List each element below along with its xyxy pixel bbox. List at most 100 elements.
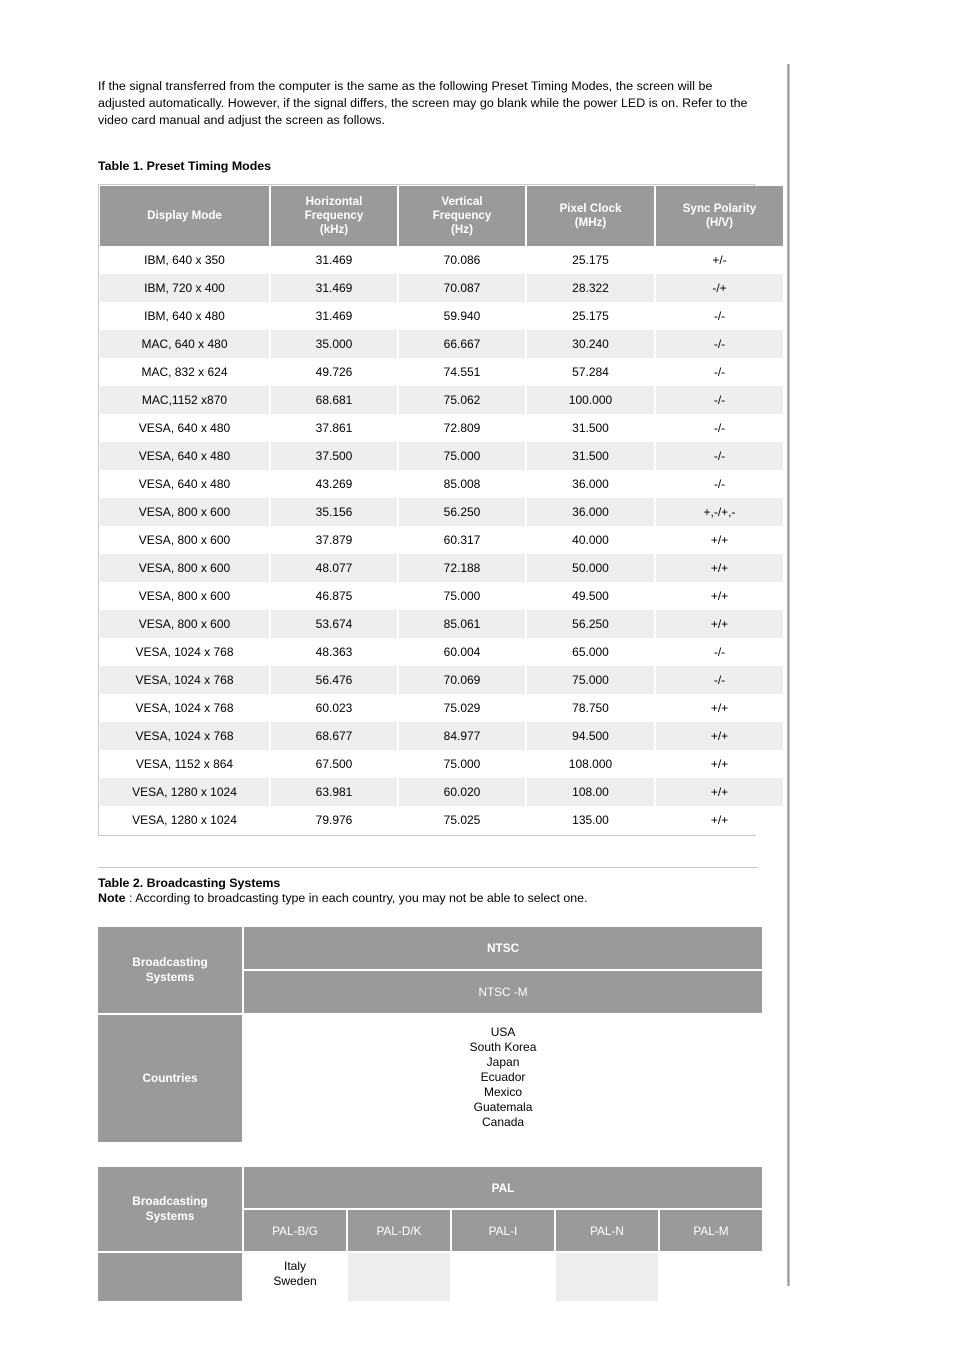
pal-countries-cell-2: [348, 1253, 450, 1301]
table1-cell-c0: VESA, 800 x 600: [100, 526, 271, 554]
th-pixel-clock-l2: (MHz): [574, 216, 607, 229]
th-sync-polarity-l2: (H/V): [705, 216, 734, 229]
table1-cell-c4: -/-: [655, 638, 783, 666]
table1-cell-c2: 60.004: [398, 638, 527, 666]
country-name: Mexico: [484, 1085, 523, 1099]
label-countries: Countries: [98, 1015, 242, 1142]
pal-countries-cell-3: [452, 1253, 554, 1301]
table2-caption: Table 2. Broadcasting Systems: [98, 876, 281, 890]
table-row: VESA, 1024 x 768 48.363 60.004 65.000 -/-: [100, 638, 783, 666]
table1-cell-c4: -/-: [655, 666, 783, 694]
ntsc-countries-row: Countries USA South Korea Japan Ecuador Mexi…: [98, 1015, 763, 1142]
section-divider: [98, 867, 758, 868]
pal-countries-cell-1: Italy Sweden: [244, 1253, 346, 1301]
broadcasting-systems-ntsc-table: Broadcasting Systems NTSC NTSC -M Countr…: [96, 925, 764, 1144]
table1-cell-c2: 66.667: [398, 330, 527, 358]
table1-cell-c2: 60.317: [398, 526, 527, 554]
th-horizontal-frequency-l3: (kHz): [319, 223, 349, 236]
table1-cell-c4: +/+: [655, 778, 783, 806]
table-row: VESA, 1280 x 1024 63.981 60.020 108.00 +/+: [100, 778, 783, 806]
table1-cell-c0: VESA, 640 x 480: [100, 442, 271, 470]
country-name: Italy: [283, 1259, 306, 1273]
table-row: VESA, 640 x 480 43.269 85.008 36.000 -/-: [100, 470, 783, 498]
ntsc-countries-list: USA South Korea Japan Ecuador Mexico Guatemal…: [244, 1015, 763, 1142]
pal-variant-2: PAL-D/K: [348, 1210, 450, 1251]
table1-cell-c2: 75.000: [398, 442, 527, 470]
table1-cell-c4: -/-: [655, 302, 783, 330]
table1-cell-c4: +/+: [655, 694, 783, 722]
table1-cell-c3: 36.000: [526, 470, 656, 498]
table1-cell-c3: 65.000: [526, 638, 656, 666]
table1-cell-c4: -/-: [655, 414, 783, 442]
label-broadcasting-systems-pal: Broadcasting Systems: [98, 1167, 242, 1251]
table1-cell-c4: +/-: [655, 246, 783, 274]
pal-system-row: Broadcasting Systems PAL: [98, 1167, 763, 1251]
country-name: Japan: [486, 1055, 520, 1069]
pal-countries-cell-4: [556, 1253, 658, 1301]
pal-countries-cell-5: [660, 1253, 763, 1301]
table1-cell-c1: 31.469: [270, 274, 399, 302]
table1-cell-c2: 75.062: [398, 386, 527, 414]
table1-cell-c4: -/-: [655, 358, 783, 386]
page-right-rule: [787, 64, 790, 1286]
country-name: USA: [490, 1025, 516, 1039]
label-broadcasting-systems-pal-l2: Systems: [145, 1209, 195, 1223]
table1-cell-c0: MAC,1152 x870: [100, 386, 271, 414]
table1-cell-c4: -/+: [655, 274, 783, 302]
table1-caption: Table 1. Preset Timing Modes: [98, 159, 272, 173]
th-pixel-clock: Pixel Clock (MHz): [526, 186, 656, 246]
table-row: IBM, 640 x 480 31.469 59.940 25.175 -/-: [100, 302, 783, 330]
table1-cell-c1: 35.000: [270, 330, 399, 358]
table-row: VESA, 1024 x 768 56.476 70.069 75.000 -/-: [100, 666, 783, 694]
table1-cell-c4: +/+: [655, 806, 783, 834]
ntsc-system-name: NTSC: [244, 927, 763, 969]
table1-cell-c1: 67.500: [270, 750, 399, 778]
th-horizontal-frequency-l1: Horizontal: [305, 195, 363, 208]
pal-variant-3: PAL-I: [452, 1210, 554, 1251]
table1-cell-c3: 28.322: [526, 274, 656, 302]
table1-cell-c4: +/+: [655, 526, 783, 554]
table1-header: Display Mode Horizontal Frequency (kHz) …: [100, 186, 783, 246]
table1-cell-c4: +/+: [655, 582, 783, 610]
ntsc-variant-name: NTSC -M: [244, 971, 763, 1013]
table1-cell-c1: 53.674: [270, 610, 399, 638]
table1-header-row: Display Mode Horizontal Frequency (kHz) …: [100, 186, 783, 246]
th-display-mode: Display Mode: [100, 186, 271, 246]
table1-cell-c1: 37.500: [270, 442, 399, 470]
table1-cell-c0: VESA, 800 x 600: [100, 582, 271, 610]
intro-paragraph: If the signal transferred from the compu…: [98, 79, 748, 127]
country-name: Guatemala: [473, 1100, 533, 1114]
table-row: MAC, 640 x 480 35.000 66.667 30.240 -/-: [100, 330, 783, 358]
table1-cell-c1: 35.156: [270, 498, 399, 526]
table1-cell-c3: 94.500: [526, 722, 656, 750]
table1-cell-c0: VESA, 1024 x 768: [100, 666, 271, 694]
table1-cell-c4: -/-: [655, 330, 783, 358]
table1-cell-c3: 49.500: [526, 582, 656, 610]
table1-cell-c2: 59.940: [398, 302, 527, 330]
table1-cell-c3: 56.250: [526, 610, 656, 638]
table1-cell-c2: 75.000: [398, 750, 527, 778]
th-pixel-clock-l1: Pixel Clock: [559, 202, 622, 215]
table1-cell-c2: 60.020: [398, 778, 527, 806]
table2-note: Note : According to broadcasting type in…: [98, 890, 758, 906]
table1-cell-c1: 63.981: [270, 778, 399, 806]
table-row: MAC, 832 x 624 49.726 74.551 57.284 -/-: [100, 358, 783, 386]
table1-cell-c3: 25.175: [526, 246, 656, 274]
table1-cell-c3: 75.000: [526, 666, 656, 694]
table1-cell-c0: MAC, 832 x 624: [100, 358, 271, 386]
table-row: IBM, 640 x 350 31.469 70.086 25.175 +/-: [100, 246, 783, 274]
table1-cell-c3: 30.240: [526, 330, 656, 358]
table1-cell-c4: +,-/+,-: [655, 498, 783, 526]
table1-cell-c3: 50.000: [526, 554, 656, 582]
table1-cell-c3: 100.000: [526, 386, 656, 414]
table1-cell-c2: 56.250: [398, 498, 527, 526]
table1-cell-c1: 43.269: [270, 470, 399, 498]
table-row: VESA, 800 x 600 37.879 60.317 40.000 +/+: [100, 526, 783, 554]
table1-cell-c4: -/-: [655, 442, 783, 470]
table1-cell-c0: MAC, 640 x 480: [100, 330, 271, 358]
table1-cell-c1: 49.726: [270, 358, 399, 386]
ntsc-system-row: Broadcasting Systems NTSC: [98, 927, 763, 1013]
table2-note-label: Note: [98, 891, 126, 905]
label-broadcasting-systems-ntsc-l2: Systems: [145, 970, 195, 984]
table-row: IBM, 720 x 400 31.469 70.087 28.322 -/+: [100, 274, 783, 302]
